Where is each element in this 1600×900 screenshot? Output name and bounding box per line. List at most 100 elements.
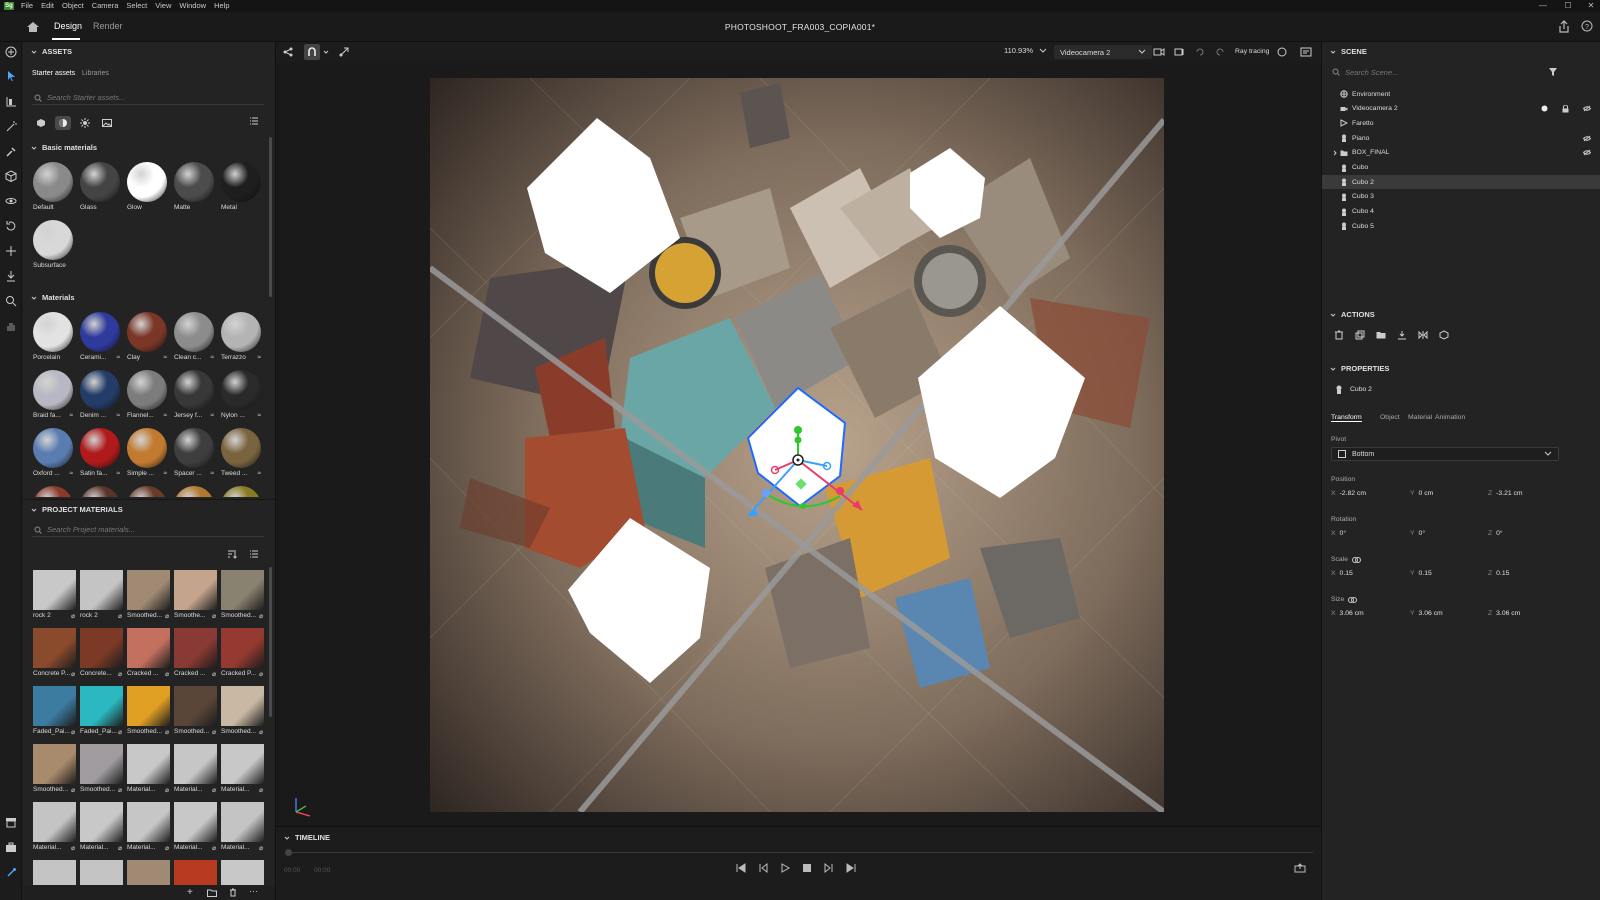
tab-material[interactable]: Material [1408, 414, 1432, 421]
material-tile[interactable]: Clean c... ≈ [172, 310, 216, 362]
dolly-icon[interactable] [3, 268, 19, 284]
select-tool-icon[interactable] [3, 68, 19, 84]
scene-render[interactable] [430, 78, 1164, 812]
skip-start-icon[interactable] [736, 863, 746, 873]
scene-tree-item[interactable]: Cubo 3 [1322, 190, 1600, 204]
scale-x-field[interactable]: X 0.15 [1331, 570, 1353, 577]
skip-end-icon[interactable] [846, 863, 856, 873]
project-material-tile[interactable]: Concrete... ⌀ [80, 628, 123, 680]
position-z-field[interactable]: Z -3.21 cm [1488, 490, 1523, 497]
position-x-field[interactable]: X -2.82 cm [1331, 490, 1366, 497]
material-tile[interactable]: Braid fa... ≈ [31, 368, 75, 420]
minimize-icon[interactable]: — [1530, 0, 1556, 12]
magic-wand-icon[interactable] [3, 118, 19, 134]
scene-tree-item[interactable]: Cubo [1322, 161, 1600, 175]
project-material-tile[interactable]: Smoothed... ⌀ [33, 744, 76, 796]
tab-object[interactable]: Object [1380, 414, 1400, 421]
scene-tree-item[interactable]: Environment [1322, 87, 1600, 101]
project-material-tile[interactable]: Smoothed... ⌀ [221, 570, 264, 622]
mirror-icon[interactable] [1418, 330, 1428, 340]
project-material-tile[interactable]: Concrete P... ⌀ [33, 628, 76, 680]
project-material-tile[interactable]: rock 2 ⌀ [80, 570, 123, 622]
folder-icon[interactable] [207, 889, 217, 897]
delete-icon[interactable] [1334, 330, 1344, 340]
link-icon[interactable] [1348, 596, 1358, 603]
materials-category-icon[interactable] [55, 116, 71, 130]
assets-header[interactable]: ASSETS [31, 47, 72, 56]
position-y-field[interactable]: Y0 cm [1410, 490, 1433, 497]
share-node-icon[interactable] [282, 46, 294, 58]
camera-add-icon[interactable] [1174, 46, 1186, 58]
rotation-z-field[interactable]: Z 0° [1488, 530, 1503, 537]
material-tile[interactable]: Default [31, 160, 75, 212]
chevron-right-icon[interactable] [1332, 150, 1338, 156]
materials-header[interactable]: Materials [31, 293, 75, 302]
pan-icon[interactable] [3, 243, 19, 259]
menu-window[interactable]: Window [175, 0, 210, 12]
material-tile[interactable]: Clay ≈ [125, 310, 169, 362]
duplicate-icon[interactable] [1355, 330, 1365, 340]
assets-search[interactable]: Search Starter assets... [32, 91, 264, 105]
archive-icon[interactable] [3, 814, 19, 830]
scene-tree-item[interactable]: Cubo 5 [1322, 219, 1600, 233]
images-category-icon[interactable] [99, 116, 115, 130]
pivot-dropdown[interactable]: Bottom [1331, 447, 1559, 461]
material-tile[interactable]: Oxford ... ≈ [31, 426, 75, 478]
project-material-tile[interactable]: Material... ⌀ [221, 744, 264, 796]
group-icon[interactable] [1376, 330, 1386, 340]
assets-scrollbar[interactable] [269, 137, 272, 297]
size-y-field[interactable]: Y 3.06 cm [1410, 610, 1443, 617]
project-search[interactable]: Search Project materials... [32, 523, 264, 537]
material-tile[interactable]: Tweed ... ≈ [219, 426, 263, 478]
align-tool-icon[interactable] [3, 93, 19, 109]
project-material-tile[interactable]: Material... ⌀ [221, 802, 264, 854]
timeline-track[interactable] [288, 852, 1313, 853]
tab-starter-assets[interactable]: Starter assets [32, 70, 75, 77]
add-icon[interactable] [3, 44, 19, 60]
project-material-tile[interactable]: Smoothed... ⌀ [80, 744, 123, 796]
camera-dropdown[interactable]: Videocamera 2 [1054, 45, 1152, 59]
scene-tree-item[interactable]: Videocamera 2 [1322, 102, 1600, 116]
eye-hidden-icon[interactable] [1583, 105, 1591, 112]
project-material-tile[interactable]: Material... ⌀ [127, 744, 170, 796]
hand-icon[interactable] [3, 318, 19, 334]
basic-materials-header[interactable]: Basic materials [31, 143, 97, 152]
models-category-icon[interactable] [33, 116, 49, 130]
project-material-tile[interactable]: Smoothed... ⌀ [221, 686, 264, 738]
material-tile[interactable]: Spacer ... ≈ [172, 426, 216, 478]
timeline-header[interactable]: TIMELINE [284, 833, 330, 842]
material-tile[interactable] [78, 484, 122, 497]
project-material-tile[interactable]: Material... ⌀ [33, 802, 76, 854]
scale-y-field[interactable]: Y 0.15 [1410, 570, 1432, 577]
snap-magnet-icon[interactable] [304, 44, 320, 60]
material-tile[interactable]: Cerami... ≈ [78, 310, 122, 362]
tab-libraries[interactable]: Libraries [82, 70, 109, 77]
gizmo-toggle-icon[interactable] [338, 46, 350, 58]
material-tile[interactable]: Satin fa... ≈ [78, 426, 122, 478]
scene-search[interactable]: Search Scene... [1330, 65, 1550, 79]
material-tile[interactable]: Metal [219, 160, 263, 212]
rotation-y-field[interactable]: Y 0° [1410, 530, 1425, 537]
trash-icon[interactable] [229, 888, 237, 897]
scale-z-field[interactable]: Z 0.15 [1488, 570, 1509, 577]
undo-view-icon[interactable] [1194, 46, 1206, 58]
project-material-tile[interactable]: Faded_Pai... ⌀ [80, 686, 123, 738]
project-material-tile[interactable]: Material... ⌀ [174, 744, 217, 796]
material-tile[interactable]: Glass [78, 160, 122, 212]
menu-object[interactable]: Object [58, 0, 88, 12]
rotation-x-field[interactable]: X 0° [1331, 530, 1346, 537]
lock-icon[interactable] [1562, 104, 1569, 113]
menu-file[interactable]: File [17, 0, 37, 12]
chevron-down-icon[interactable] [323, 49, 329, 55]
project-material-tile[interactable]: Cracked ... ⌀ [174, 628, 217, 680]
link-icon[interactable] [1352, 556, 1362, 563]
material-tile[interactable] [125, 484, 169, 497]
scene-tree-item[interactable]: Faretto [1322, 116, 1600, 130]
material-tile[interactable]: Nylon ... ≈ [219, 368, 263, 420]
ray-tracing-toggle[interactable] [1277, 47, 1289, 57]
properties-header[interactable]: PROPERTIES [1330, 364, 1389, 373]
material-tile[interactable]: Subsurface [31, 218, 75, 270]
material-tile[interactable] [31, 484, 75, 497]
tab-animation[interactable]: Animation [1435, 414, 1465, 421]
zoom-dropdown[interactable]: 110.93% [1004, 46, 1047, 55]
